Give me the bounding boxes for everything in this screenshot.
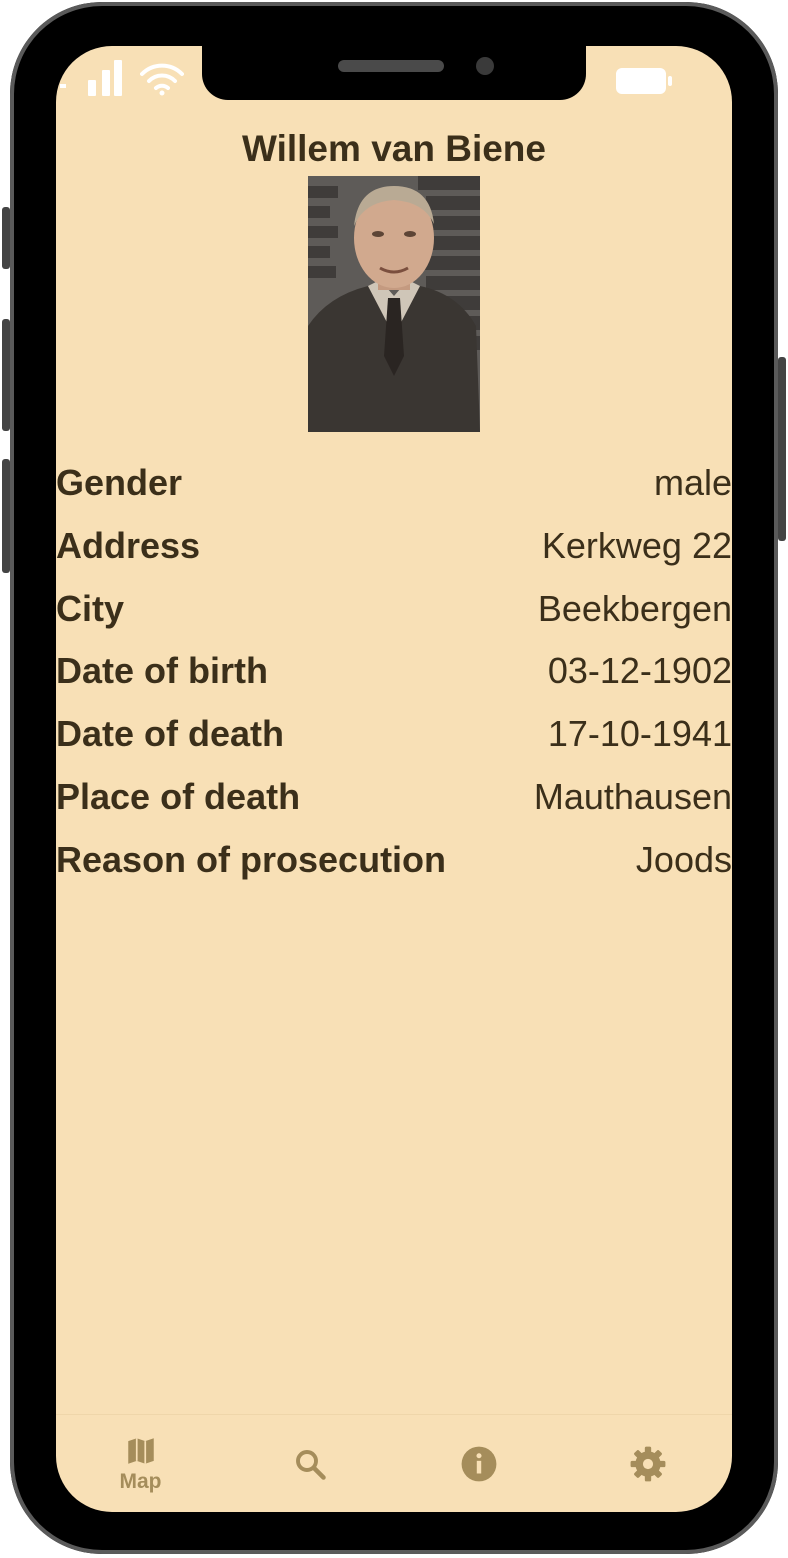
app-screen: Willem van Biene Gender male Address Ker… [56,46,732,1512]
tab-info[interactable] [394,1415,563,1512]
detail-value: Beekbergen [537,588,732,629]
detail-value: male [653,462,732,503]
volume-up-button [2,319,10,431]
gear-icon [630,1446,665,1482]
detail-label: Place of death [56,776,301,817]
tab-map[interactable]: Map [56,1415,225,1512]
battery-icon [616,68,672,94]
tab-search[interactable] [225,1415,394,1512]
person-name: Willem van Biene [242,128,546,169]
detail-label: Date of birth [56,650,268,691]
portrait-photo [308,176,480,432]
detail-value: Kerkweg 22 [541,525,732,566]
search-icon [295,1450,326,1480]
detail-label: Reason of prosecution [56,839,447,880]
wifi-icon [140,63,184,96]
detail-label: City [56,588,125,629]
detail-label: Address [56,525,201,566]
detail-value: 03-12-1902 [547,650,732,691]
tab-label: Map [119,1470,162,1493]
detail-label: Gender [56,462,183,503]
bottom-tab-bar: Map [56,1414,732,1512]
detail-row-date-of-birth: Date of birth 03-12-1902 [56,643,732,699]
tab-settings[interactable] [563,1415,732,1512]
detail-row-city: City Beekbergen [56,581,732,637]
info-icon [461,1446,496,1482]
detail-row-gender: Gender male [56,455,732,511]
mute-switch [2,207,10,269]
detail-value: Joods [635,839,732,880]
detail-row-date-of-death: Date of death 17-10-1941 [56,706,732,762]
detail-row-reason-of-prosecution: Reason of prosecution Joods [56,832,732,888]
detail-value: 17-10-1941 [547,713,732,754]
map-icon [127,1438,154,1464]
front-camera [476,57,494,75]
speaker-grille [338,60,444,72]
detail-row-place-of-death: Place of death Mauthausen [56,769,732,825]
signal-icon [60,60,122,96]
detail-value: Mauthausen [533,776,732,817]
notch [202,46,586,100]
detail-label: Date of death [56,713,285,754]
volume-down-button [2,459,10,573]
detail-row-address: Address Kerkweg 22 [56,518,732,574]
power-button [778,357,786,541]
